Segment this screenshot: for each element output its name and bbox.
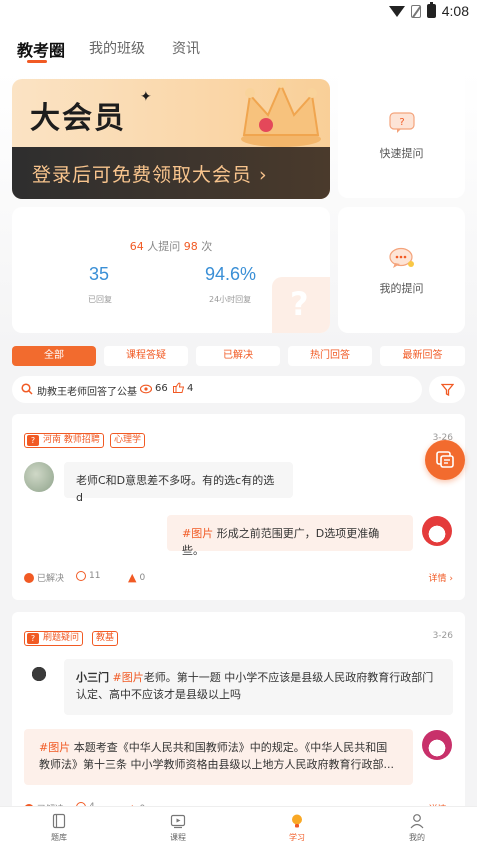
post-date: 3-26 xyxy=(432,631,453,641)
answered-value: 35 xyxy=(89,264,110,284)
nav-label: 学习 xyxy=(289,833,305,842)
banner-title: 大会员 xyxy=(30,101,126,136)
views-count: 11 xyxy=(89,571,101,581)
image-link[interactable]: #图片 xyxy=(113,671,144,684)
svg-text:?: ? xyxy=(399,117,404,128)
nav-label: 题库 xyxy=(51,833,67,842)
thumbs-up-icon: ▲ xyxy=(128,571,137,584)
post-likes[interactable]: ▲ 0 xyxy=(128,571,145,584)
question-mark-deco: ? xyxy=(290,285,309,323)
question-text: 老师C和D意思差不多呀。有的选c有的选d xyxy=(76,474,275,504)
filter-button[interactable] xyxy=(429,376,465,403)
teacher-avatar[interactable] xyxy=(422,516,452,546)
qa-post[interactable]: 刷题疑问 教基 3-26 小三门 #图片老师。第十一题 中小学不应该是县级人民政… xyxy=(12,612,465,822)
battery-icon xyxy=(426,2,436,18)
wifi-icon xyxy=(388,5,405,17)
top-tab-bar: 教考圈 我的班级 资讯 xyxy=(0,24,477,70)
question-line-1: 老师。第十一题 中小学不应该是县级人民政府教育行政部门 xyxy=(143,671,434,684)
video-icon xyxy=(170,814,186,829)
activity-text: 助教王老师回答了公基 xyxy=(37,387,137,398)
stats-summary: 64 人提问 98 次 xyxy=(12,238,330,254)
filter-all[interactable]: 全部 xyxy=(12,346,96,366)
quick-ask-label: 快速提问 xyxy=(379,147,424,160)
notebook-icon xyxy=(52,813,66,829)
filter-latest[interactable]: 最新回答 xyxy=(380,346,465,366)
question-unit: 次 xyxy=(201,240,213,253)
status-text: 已解决 xyxy=(37,574,65,584)
nav-profile[interactable]: 我的 xyxy=(387,813,447,843)
answer-bubble: #图片 本题考查《中华人民共和国教师法》中的规定。《中华人民共和国 教师法》第十… xyxy=(24,729,413,785)
post-subject-tag: 教基 xyxy=(92,631,119,646)
check-circle-icon xyxy=(24,572,34,583)
avatar[interactable] xyxy=(24,662,54,692)
question-line-2: 认定、高中不应该才是县级以上吗 xyxy=(76,688,241,701)
likes-count: 0 xyxy=(139,572,146,583)
stats-decoration: ? xyxy=(272,277,330,333)
ask-question-fab[interactable] xyxy=(425,440,465,480)
my-questions-label: 我的提问 xyxy=(379,282,424,295)
answered-label: 已回复 xyxy=(88,295,112,304)
activity-views: 66 xyxy=(155,383,168,394)
post-status: 已解决 xyxy=(24,571,64,584)
image-link[interactable]: #图片 xyxy=(39,741,70,754)
eye-icon xyxy=(76,571,86,581)
sparkle-icon: ✦ xyxy=(140,89,152,105)
nav-courses[interactable]: 课程 xyxy=(148,813,208,843)
rate-value: 94.6% xyxy=(205,264,257,284)
question-chat-icon: ? xyxy=(389,112,415,133)
funnel-icon xyxy=(441,383,454,396)
teacher-avatar[interactable] xyxy=(422,730,452,760)
status-time: 4:08 xyxy=(441,3,469,19)
nav-study[interactable]: 学习 xyxy=(267,813,327,843)
status-bar: 4:08 xyxy=(0,0,477,24)
my-questions-card[interactable]: 我的提问 xyxy=(338,207,465,333)
post-subject-tag: 心理学 xyxy=(110,433,146,448)
activity-likes: 4 xyxy=(187,383,194,394)
lightbulb-icon xyxy=(292,814,302,828)
crown-icon xyxy=(241,79,321,147)
asker-text: 人提问 xyxy=(147,240,181,253)
post-category-tag: 河南 教师招聘 xyxy=(24,433,104,448)
activity-search-bar[interactable]: 助教王老师回答了公基 66 4 xyxy=(12,376,422,403)
detail-link[interactable]: 详情 › xyxy=(429,571,453,584)
answer-line-2: 教师法》第十三条 中小学教师资格由县级以上地方人民政府教育行政部... xyxy=(39,758,394,771)
thumbs-up-icon xyxy=(173,382,184,393)
tab-news[interactable]: 资讯 xyxy=(172,38,200,58)
banner-cta-strip[interactable]: 登录后可免费领取大会员 › xyxy=(12,147,330,199)
eye-icon xyxy=(140,384,152,394)
quick-ask-card[interactable]: ? 快速提问 xyxy=(338,72,465,198)
asker-name: 小三门 xyxy=(76,671,109,684)
compose-chat-icon xyxy=(436,451,454,468)
bottom-nav: 题库 课程 学习 我的 xyxy=(0,806,477,848)
nav-label: 我的 xyxy=(409,833,425,842)
question-bubble: 小三门 #图片老师。第十一题 中小学不应该是县级人民政府教育行政部门 认定、高中… xyxy=(64,659,453,715)
active-tab-indicator xyxy=(27,60,47,63)
filter-course-qa[interactable]: 课程答疑 xyxy=(104,346,188,366)
stats-card: 64 人提问 98 次 35 已回复 94.6% 24小时回复 ? xyxy=(12,207,330,333)
avatar[interactable] xyxy=(24,462,54,492)
image-link[interactable]: #图片 xyxy=(182,527,213,540)
question-count: 98 xyxy=(183,240,198,253)
tab-my-class[interactable]: 我的班级 xyxy=(89,38,145,58)
asker-count: 64 xyxy=(129,240,144,253)
post-views: 11 xyxy=(76,571,100,581)
filter-hot[interactable]: 热门回答 xyxy=(288,346,372,366)
vip-banner[interactable]: 大会员 ✦ 登录后可免费领取大会员 › xyxy=(12,79,330,199)
post-category-tag: 刷题疑问 xyxy=(24,631,84,646)
answer-bubble: #图片 形成之前范围更广，D选项更准确些。 xyxy=(167,515,413,557)
nav-question-bank[interactable]: 题库 xyxy=(29,813,89,843)
tab-jiaokaoquan[interactable]: 教考圈 xyxy=(17,37,65,61)
answer-line-1: 本题考查《中华人民共和国教师法》中的规定。《中华人民共和国 xyxy=(73,741,388,754)
search-icon xyxy=(21,383,33,395)
user-icon xyxy=(410,814,424,829)
nav-label: 课程 xyxy=(170,833,186,842)
question-bubble: 老师C和D意思差不多呀。有的选c有的选d xyxy=(64,462,293,504)
banner-cta-text: 登录后可免费领取大会员 › xyxy=(32,164,268,186)
qa-post[interactable]: 河南 教师招聘 心理学 3-26 老师C和D意思差不多呀。有的选c有的选d #图… xyxy=(12,414,465,600)
filter-solved[interactable]: 已解决 xyxy=(196,346,280,366)
filter-chips: 全部 课程答疑 已解决 热门回答 最新回答 xyxy=(12,346,465,366)
chat-bubble-icon xyxy=(389,247,414,268)
no-sim-icon xyxy=(410,4,421,18)
rate-label: 24小时回复 xyxy=(209,295,252,304)
